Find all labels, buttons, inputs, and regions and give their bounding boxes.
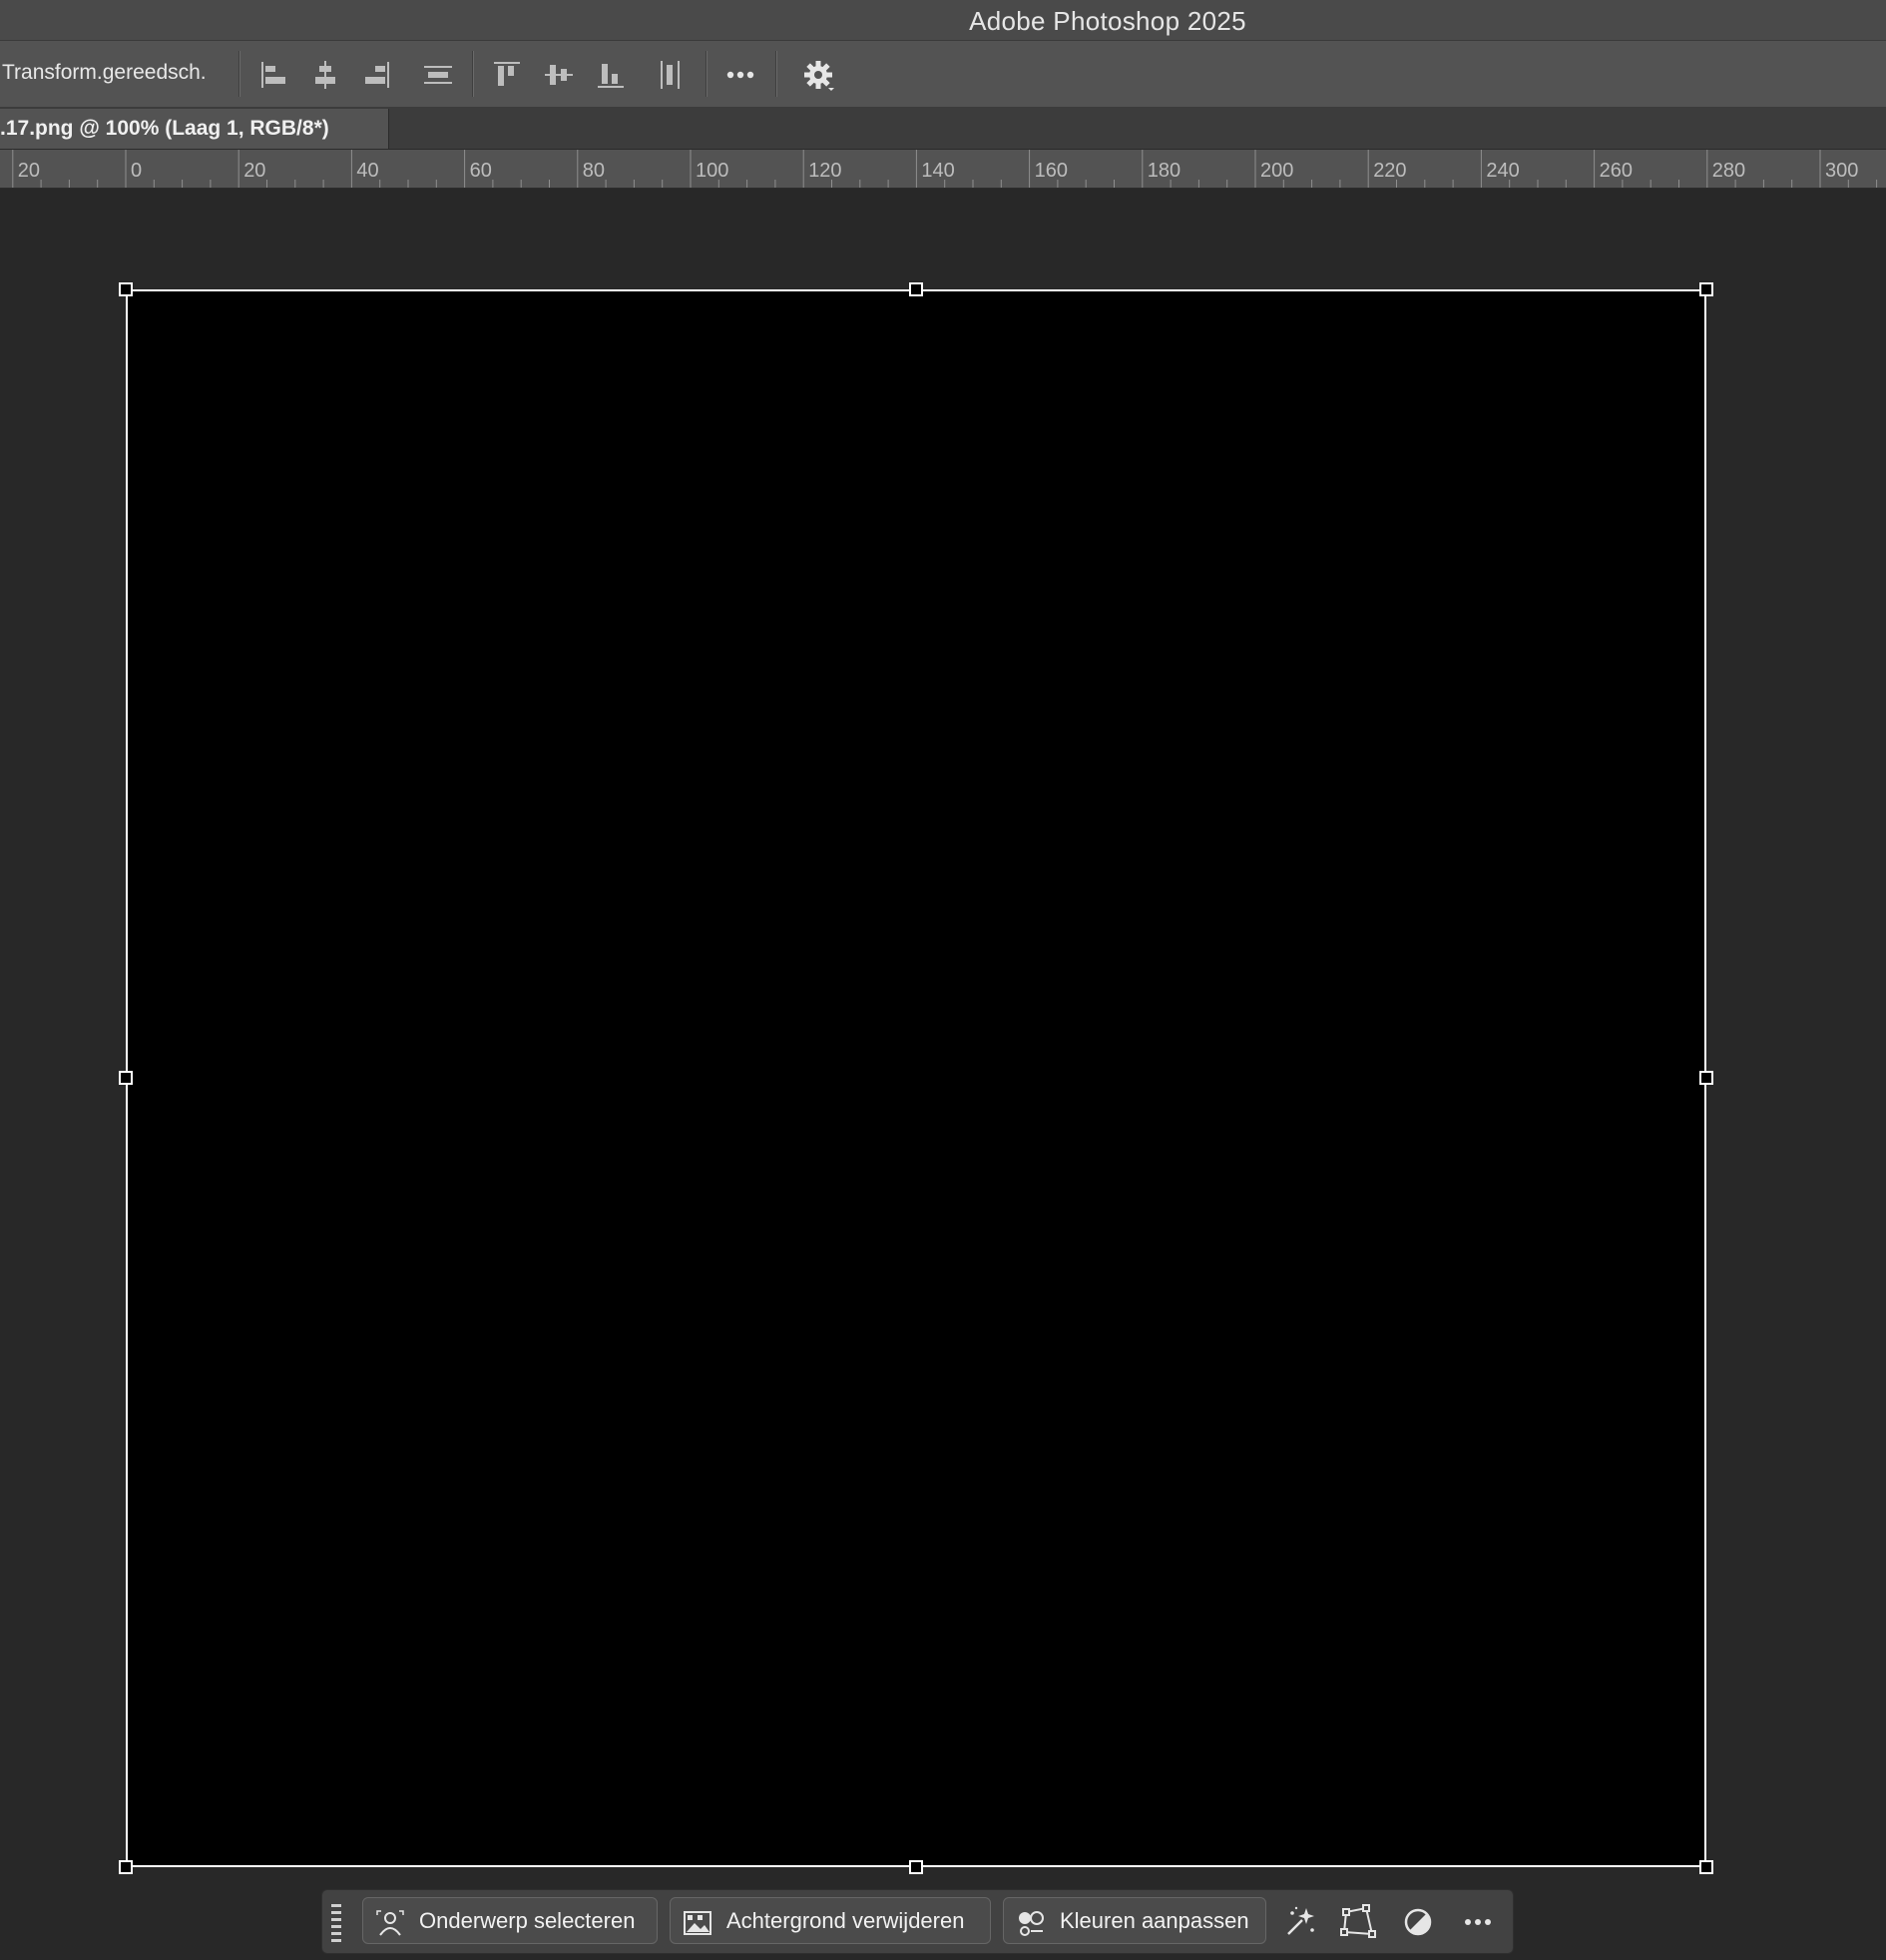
ruler-label: 40 (356, 160, 379, 182)
more-icon[interactable] (1460, 1904, 1496, 1940)
ruler-label: 20 (243, 160, 266, 182)
separator (238, 51, 240, 97)
select-subject-label: Onderwerp selecteren (419, 1908, 636, 1933)
transform-handle-top-center[interactable] (909, 282, 923, 296)
ruler-label: 200 (1260, 160, 1294, 182)
adjust-colors-button[interactable]: Kleuren aanpassen (1003, 1897, 1266, 1944)
options-bar: Transform.gereedsch. (0, 41, 1886, 109)
ruler-label: 60 (469, 160, 492, 182)
transform-handle-middle-left[interactable] (119, 1071, 133, 1085)
transform-handle-bottom-left[interactable] (119, 1860, 133, 1874)
ruler-label: 280 (1711, 160, 1746, 182)
align-horizontal-centers-icon[interactable] (305, 55, 345, 95)
document-tab-bar: .17.png @ 100% (Laag 1, RGB/8*) (0, 109, 1886, 150)
separator (706, 51, 707, 97)
ruler-label: 160 (1034, 160, 1068, 182)
adjustment-icon[interactable] (1400, 1904, 1436, 1940)
remove-background-icon (683, 1907, 712, 1935)
ruler-label: 220 (1373, 160, 1407, 182)
more-options-icon[interactable] (720, 55, 760, 95)
align-left-edges-icon[interactable] (254, 55, 294, 95)
generative-fill-icon[interactable] (1282, 1904, 1318, 1940)
ruler-label: 140 (921, 160, 955, 182)
document-tab[interactable]: .17.png @ 100% (Laag 1, RGB/8*) (0, 109, 389, 149)
separator (472, 51, 474, 97)
transform-handle-bottom-right[interactable] (1699, 1860, 1713, 1874)
window-title: Adobe Photoshop 2025 (969, 6, 1246, 36)
ruler-label: 120 (808, 160, 842, 182)
ruler-label: 180 (1147, 160, 1181, 182)
align-bottom-edges-icon[interactable] (591, 55, 631, 95)
document-canvas[interactable] (126, 289, 1706, 1867)
align-right-edges-icon[interactable] (356, 55, 396, 95)
align-top-edges-icon[interactable] (487, 55, 527, 95)
separator (775, 51, 777, 97)
ruler-label: 260 (1599, 160, 1633, 182)
ruler-label: 240 (1486, 160, 1520, 182)
ruler-label: 100 (696, 160, 729, 182)
transform-controls-label[interactable]: Transform.gereedsch. (2, 61, 207, 85)
drag-handle-icon[interactable] (330, 1904, 342, 1942)
ruler-label: 20 (17, 160, 41, 182)
contextual-taskbar: Onderwerp selecteren Achtergrond verwijd… (321, 1889, 1514, 1954)
remove-background-label: Achtergrond verwijderen (726, 1908, 965, 1933)
adjust-colors-label: Kleuren aanpassen (1060, 1908, 1249, 1933)
ruler-label: 300 (1825, 160, 1859, 182)
window-titlebar: Adobe Photoshop 2025 (0, 0, 1886, 41)
align-vertical-centers-icon[interactable] (539, 55, 579, 95)
select-subject-button[interactable]: Onderwerp selecteren (362, 1897, 658, 1944)
distribute-horizontally-icon[interactable] (418, 55, 458, 95)
ruler-label: 0 (131, 160, 143, 182)
transform-handle-top-left[interactable] (119, 282, 133, 296)
remove-background-button[interactable]: Achtergrond verwijderen (670, 1897, 991, 1944)
transform-handle-top-right[interactable] (1699, 282, 1713, 296)
horizontal-ruler[interactable]: 20 0 20 40 60 80 100 120 140 160 180 200 220 240 260 28… (0, 150, 1886, 189)
transform-handle-bottom-center[interactable] (909, 1860, 923, 1874)
select-subject-icon (375, 1907, 405, 1936)
transform-handle-middle-right[interactable] (1699, 1071, 1713, 1085)
transform-icon[interactable] (1340, 1904, 1376, 1940)
adjust-colors-icon (1016, 1907, 1046, 1936)
distribute-vertically-icon[interactable] (651, 55, 691, 95)
ruler-label: 80 (582, 160, 606, 182)
gear-icon[interactable] (798, 55, 838, 95)
